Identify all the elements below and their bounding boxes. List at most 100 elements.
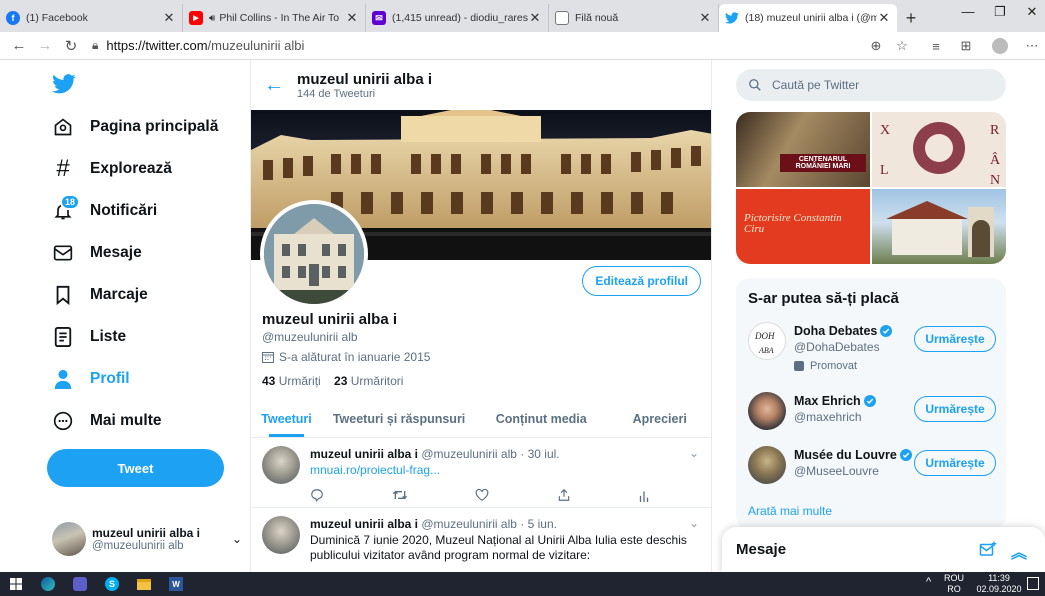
follow-button[interactable]: Urmărește (914, 326, 996, 352)
account-name: muzeul unirii alba i (92, 526, 201, 540)
profile-avatar[interactable] (260, 200, 368, 308)
tweet-button[interactable]: Tweet (47, 449, 224, 487)
media-thumbnail[interactable]: Pictorisire Constantin Ciru (736, 189, 870, 264)
windows-start-icon[interactable] (0, 572, 32, 596)
sidebar-item-label: Mai multe (90, 412, 162, 429)
sidebar-item-home[interactable]: Pagina principală (52, 116, 218, 138)
list-icon (52, 326, 74, 348)
close-tab-icon[interactable]: ✕ (698, 10, 712, 26)
tweet-header: muzeul unirii alba i @muzeulunirii alb ·… (310, 517, 557, 531)
following-label: Urmăriți (278, 374, 321, 388)
back-nav-icon[interactable]: ← (6, 37, 32, 54)
chevron-up-icon[interactable]: ^ (926, 576, 931, 588)
tweet-text: Duminică 7 iunie 2020, Muzeul Național a… (310, 533, 687, 562)
avatar (52, 522, 86, 556)
chevron-down-icon[interactable]: ⌄ (689, 446, 699, 460)
new-message-icon[interactable] (979, 541, 997, 557)
verified-icon (863, 395, 876, 407)
sidebar-item-bookmarks[interactable]: Marcaje (52, 284, 148, 306)
search-input[interactable]: Caută pe Twitter (736, 69, 1006, 101)
left-sidebar: Pagina principală # Explorează 18 Notifi… (0, 60, 250, 572)
url-host: https://twitter.com (106, 38, 208, 53)
suggestion-item[interactable]: Max Ehrich @maxehrich Urmărește (748, 392, 998, 436)
close-tab-icon[interactable]: ✕ (162, 10, 176, 26)
forward-nav-icon[interactable]: → (32, 37, 58, 54)
back-arrow-icon[interactable]: ← (251, 74, 297, 97)
reply-icon[interactable] (310, 488, 324, 502)
speaker-icon[interactable]: 🔊︎ (209, 13, 215, 24)
favorite-star-icon[interactable]: ☆ (890, 32, 914, 60)
close-tab-icon[interactable]: ✕ (345, 10, 359, 26)
edit-profile-button[interactable]: Editează profilul (582, 266, 701, 296)
file-explorer-icon[interactable] (128, 572, 160, 596)
twitter-logo-icon[interactable] (52, 74, 76, 94)
sidebar-item-notifications[interactable]: 18 Notificări (52, 194, 157, 222)
edge-browser-icon[interactable] (32, 572, 64, 596)
share-icon[interactable] (557, 488, 571, 502)
following-count: 43 (262, 374, 276, 388)
sidebar-item-messages[interactable]: Mesaje (52, 242, 142, 264)
browser-tab-facebook[interactable]: f (1) Facebook ✕ (0, 4, 183, 32)
analytics-icon[interactable] (638, 488, 650, 502)
tab-title: Filă nouă (575, 12, 619, 24)
followers-link[interactable]: 23 Urmăritori (334, 374, 403, 388)
more-menu-icon[interactable]: ⋯ (1020, 32, 1044, 60)
sidebar-item-more[interactable]: Mai multe (52, 410, 161, 432)
tab-media[interactable]: Conținut media (476, 400, 606, 437)
new-tab-button[interactable]: + (897, 4, 925, 32)
sidebar-item-profile[interactable]: Profil (52, 368, 130, 390)
facebook-icon: f (6, 11, 20, 25)
twitter-bird-icon (725, 11, 739, 25)
sidebar-item-lists[interactable]: Liste (52, 326, 126, 348)
profile-icon[interactable] (988, 32, 1012, 60)
person-icon (52, 368, 74, 390)
like-icon[interactable] (475, 488, 489, 502)
action-center-icon[interactable] (1027, 577, 1039, 590)
favorites-list-icon[interactable]: ≡ (924, 32, 948, 60)
close-tab-icon[interactable]: ✕ (877, 10, 891, 26)
close-window-icon[interactable]: ✕ (1012, 4, 1045, 20)
who-to-follow-panel: S-ar putea să-ți placă DOH ABA Doha Debat… (736, 278, 1006, 530)
teams-icon[interactable] (64, 572, 96, 596)
suggestion-item[interactable]: Musée du Louvre @MuseeLouvre Urmărește (748, 446, 998, 490)
suggestion-name: Max Ehrich (794, 394, 861, 408)
url-field[interactable]: 🔒︎ https://twitter.com/muzeulunirii albi (92, 38, 304, 53)
tweet-link[interactable]: mnuai.ro/proiectul-frag... (310, 463, 690, 478)
close-tab-icon[interactable]: ✕ (528, 10, 542, 26)
suggestion-item[interactable]: DOH ABA Doha Debates @DohaDebates Promova… (748, 322, 998, 382)
browser-tab-yahoo-mail[interactable]: ✉ (1,415 unread) - diodiu_rares@ ✕ (366, 4, 549, 32)
tweet-count: 144 de Tweeturi (297, 87, 376, 100)
following-link[interactable]: 43 Urmăriți (262, 374, 321, 388)
media-thumbnail[interactable]: CENTENARUL ROMÂNIEI MARI (736, 112, 870, 187)
follow-button[interactable]: Urmărește (914, 396, 996, 422)
media-thumbnail[interactable] (872, 189, 1006, 264)
collections-icon[interactable]: ⊞ (954, 32, 978, 60)
clock[interactable]: 11:39 02.09.2020 (974, 573, 1024, 595)
tweet-item[interactable]: muzeul unirii alba i @muzeulunirii alb ·… (251, 508, 711, 572)
tab-tweets-replies[interactable]: Tweeturi și răspunsuri (322, 400, 476, 437)
tab-likes[interactable]: Aprecieri (606, 400, 711, 437)
chevron-up-icon[interactable]: ︽ (1011, 539, 1027, 563)
tweet-item[interactable]: muzeul unirii alba i @muzeulunirii alb ·… (251, 438, 711, 508)
retweet-icon[interactable] (392, 488, 408, 502)
word-icon[interactable]: W (160, 572, 192, 596)
panel-title: S-ar putea să-ți placă (748, 290, 899, 307)
show-more-link[interactable]: Arată mai multe (748, 504, 832, 518)
add-circle-icon[interactable]: ⊕ (864, 32, 888, 60)
suggestion-name: Musée du Louvre (794, 448, 897, 462)
refresh-icon[interactable]: ↻ (58, 37, 84, 55)
sidebar-item-explore[interactable]: # Explorează (52, 155, 172, 182)
tab-tweets[interactable]: Tweeturi (251, 400, 322, 437)
skype-icon[interactable]: S (96, 572, 128, 596)
chevron-down-icon[interactable]: ⌄ (689, 516, 699, 530)
sidebar-item-label: Pagina principală (90, 118, 219, 135)
follow-button[interactable]: Urmărește (914, 450, 996, 476)
browser-tab-youtube[interactable]: ▶ 🔊︎ Phil Collins - In The Air To ✕ (183, 4, 366, 32)
media-thumbnail[interactable]: X RÂN L (872, 112, 1006, 187)
language-indicator[interactable]: ROU RO (944, 573, 964, 595)
browser-tab-new-tab[interactable]: Filă nouă ✕ (549, 4, 719, 32)
messages-drawer[interactable]: Mesaje ︽ (722, 527, 1045, 572)
account-switcher[interactable]: muzeul unirii alba i @muzeulunirii alb ⌄ (52, 522, 242, 556)
browser-tab-twitter[interactable]: (18) muzeul unirii alba i (@mu ✕ (719, 4, 897, 32)
messages-title: Mesaje (736, 541, 787, 558)
